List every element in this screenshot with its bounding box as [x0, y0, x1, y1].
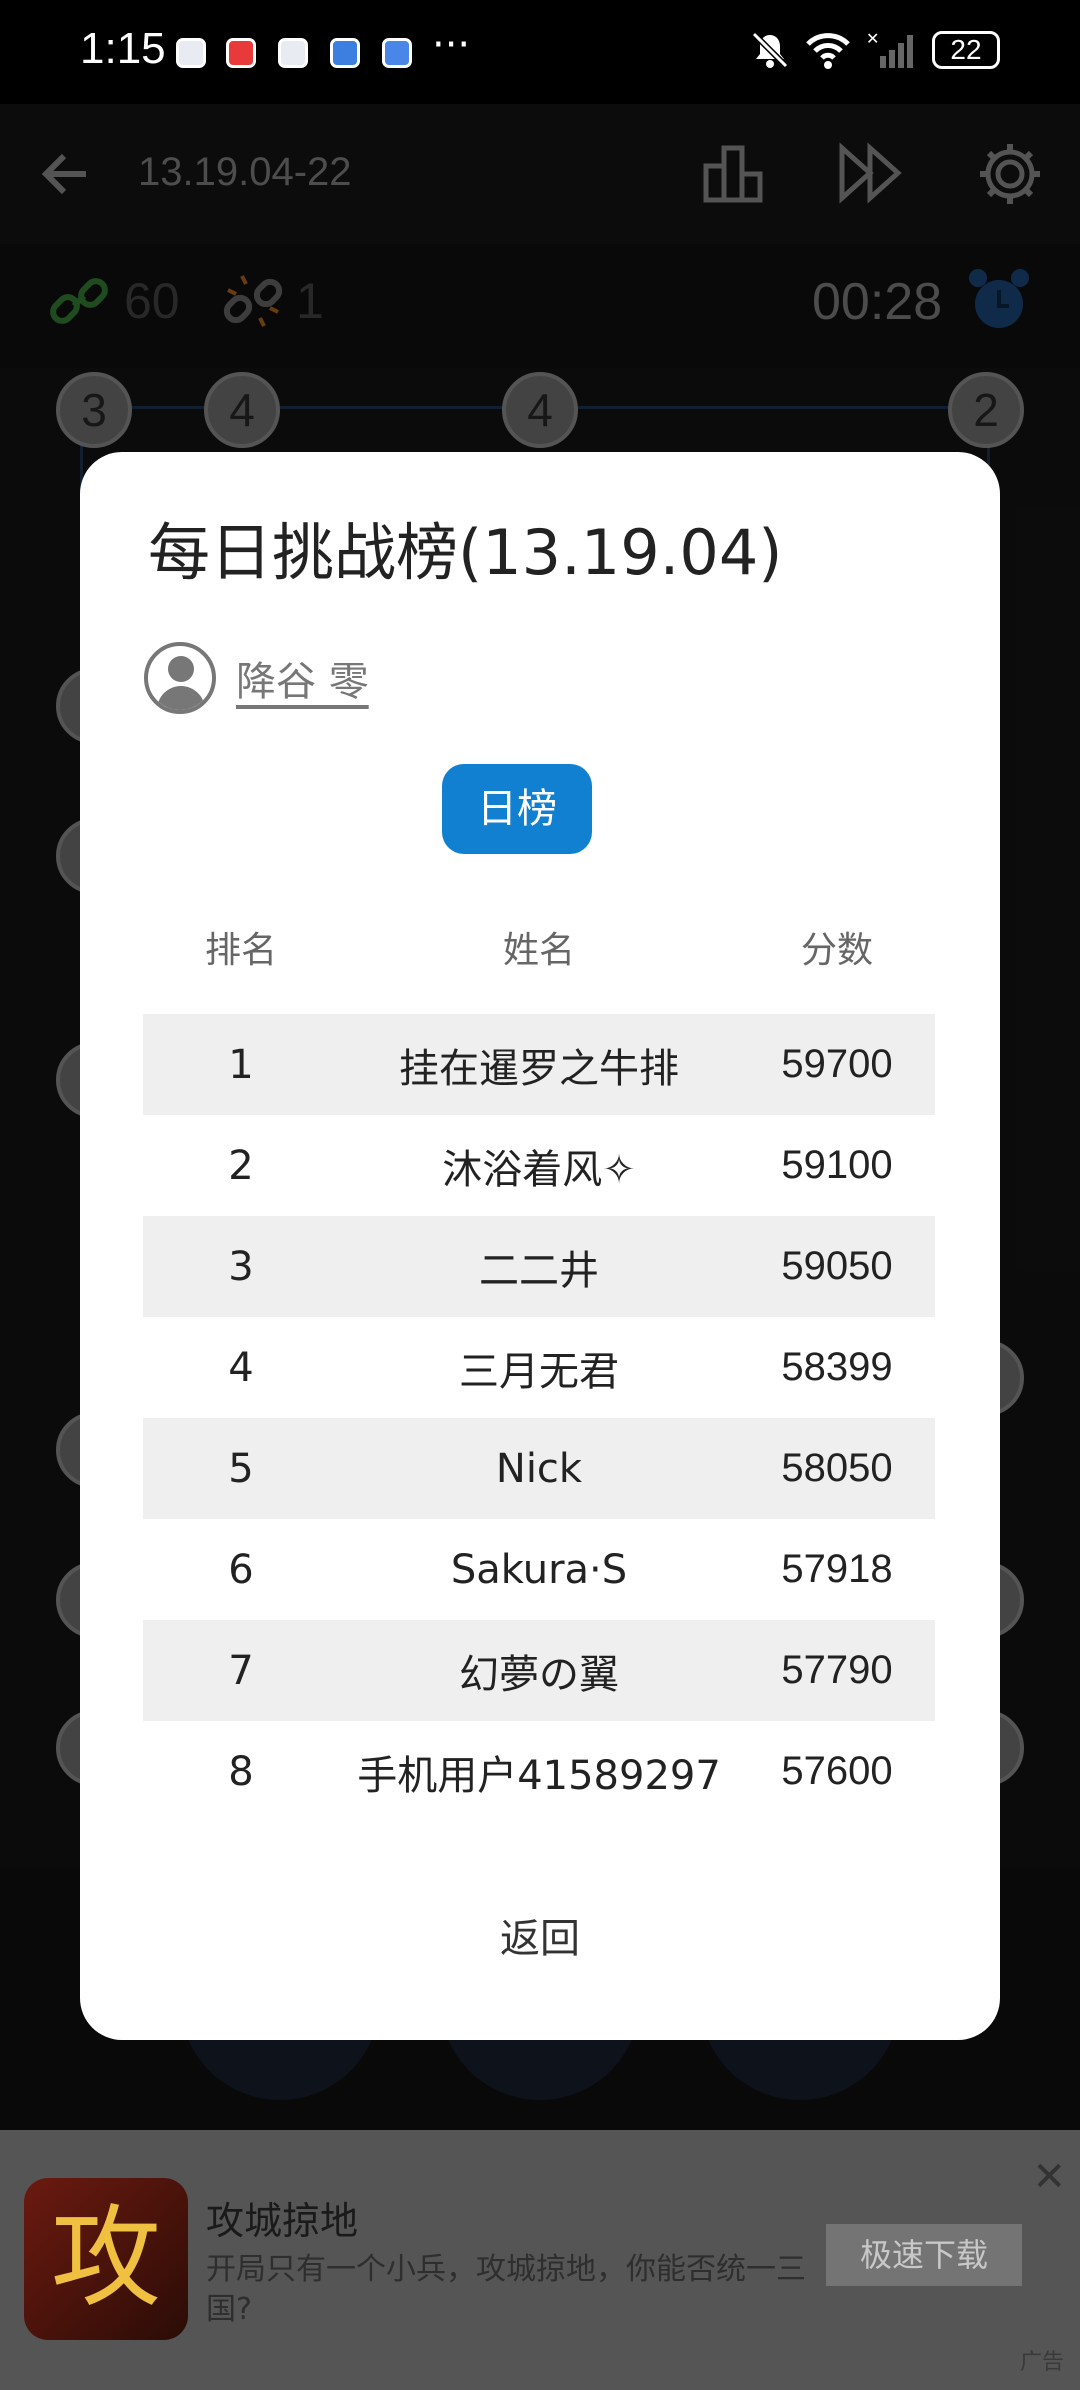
current-user[interactable]: 降谷 零	[144, 642, 369, 714]
close-icon[interactable]: ✕	[1032, 2154, 1066, 2200]
name-cell: 幻夢の翼	[459, 1651, 619, 1698]
name-cell: 手机用户41589297	[357, 1752, 721, 1799]
table-row: 8 手机用户41589297 57600	[143, 1721, 935, 1822]
status-time: 1:15	[80, 24, 166, 73]
name-cell: Sakura·S	[450, 1546, 628, 1593]
table-row: 4 三月无君 58399	[143, 1317, 935, 1418]
rank-cell: 6	[228, 1546, 254, 1593]
score-cell: 57918	[781, 1547, 893, 1591]
leaderboard-table: 排名 姓名 分数 1 挂在暹罗之牛排 59700 2 沐浴着风✧ 59100 3…	[143, 892, 935, 1822]
score-cell: 57600	[781, 1749, 893, 1793]
rank-cell: 7	[228, 1647, 254, 1694]
table-row: 5 Nick 58050	[143, 1418, 935, 1519]
name-cell: 挂在暹罗之牛排	[399, 1045, 679, 1092]
ad-banner[interactable]: 攻 攻城掠地 开局只有一个小兵，攻城掠地，你能否统一三国? 极速下载 ✕ 广告	[0, 2130, 1080, 2390]
rank-cell: 8	[228, 1748, 254, 1795]
back-button[interactable]: 返回	[80, 1906, 1000, 1964]
tab-daily[interactable]: 日榜	[442, 764, 592, 854]
notification-icon	[278, 38, 308, 68]
rank-cell: 4	[228, 1344, 254, 1391]
svg-text:✕: ✕	[866, 31, 879, 48]
name-cell: 二二井	[479, 1247, 599, 1294]
avatar-icon	[144, 642, 216, 714]
score-cell: 59700	[781, 1042, 893, 1086]
column-header-rank: 排名	[204, 930, 277, 971]
ad-app-logo[interactable]: 攻	[24, 2178, 188, 2340]
rank-cell: 3	[228, 1243, 254, 1290]
notification-icon	[330, 38, 360, 68]
table-row: 7 幻夢の翼 57790	[143, 1620, 935, 1721]
ad-download-button[interactable]: 极速下载	[826, 2224, 1022, 2286]
column-header-name: 姓名	[502, 930, 575, 971]
more-notifications-icon: ···	[432, 22, 471, 68]
score-cell: 59100	[781, 1143, 893, 1187]
status-bar: 1:15 ··· ✕ 22	[0, 0, 1080, 104]
mute-icon	[751, 31, 789, 69]
table-row: 2 沐浴着风✧ 59100	[143, 1115, 935, 1216]
user-name-link[interactable]: 降谷 零	[236, 649, 369, 707]
notification-icon	[382, 38, 412, 68]
notification-icon	[226, 38, 256, 68]
table-row: 1 挂在暹罗之牛排 59700	[143, 1014, 935, 1115]
rank-cell: 5	[228, 1445, 254, 1492]
score-cell: 57790	[781, 1648, 893, 1692]
name-cell: 三月无君	[459, 1348, 619, 1395]
table-header: 排名 姓名 分数	[143, 892, 935, 1002]
rank-cell: 2	[228, 1142, 254, 1189]
name-cell: Nick	[495, 1445, 583, 1492]
score-cell: 58050	[781, 1446, 893, 1490]
ad-tag: 广告	[1019, 2350, 1064, 2375]
name-cell: 沐浴着风✧	[442, 1146, 636, 1193]
dialog-title: 每日挑战榜(13.19.04)	[148, 516, 783, 589]
leaderboard-dialog: 每日挑战榜(13.19.04) 降谷 零 日榜 排名 姓名 分数 1 挂在暹罗之…	[80, 452, 1000, 2040]
column-header-score: 分数	[800, 929, 873, 970]
table-row: 6 Sakura·S 57918	[143, 1519, 935, 1620]
ad-title[interactable]: 攻城掠地	[206, 2190, 358, 2245]
score-cell: 59050	[781, 1244, 893, 1288]
notification-icon	[176, 38, 206, 68]
wifi-icon	[806, 33, 850, 69]
score-cell: 58399	[781, 1345, 893, 1389]
ad-description: 开局只有一个小兵，攻城掠地，你能否统一三国?	[206, 2252, 806, 2327]
signal-icon: ✕	[866, 31, 913, 68]
rank-cell: 1	[228, 1041, 254, 1088]
table-row: 3 二二井 59050	[143, 1216, 935, 1317]
battery-indicator: 22	[932, 31, 1000, 69]
